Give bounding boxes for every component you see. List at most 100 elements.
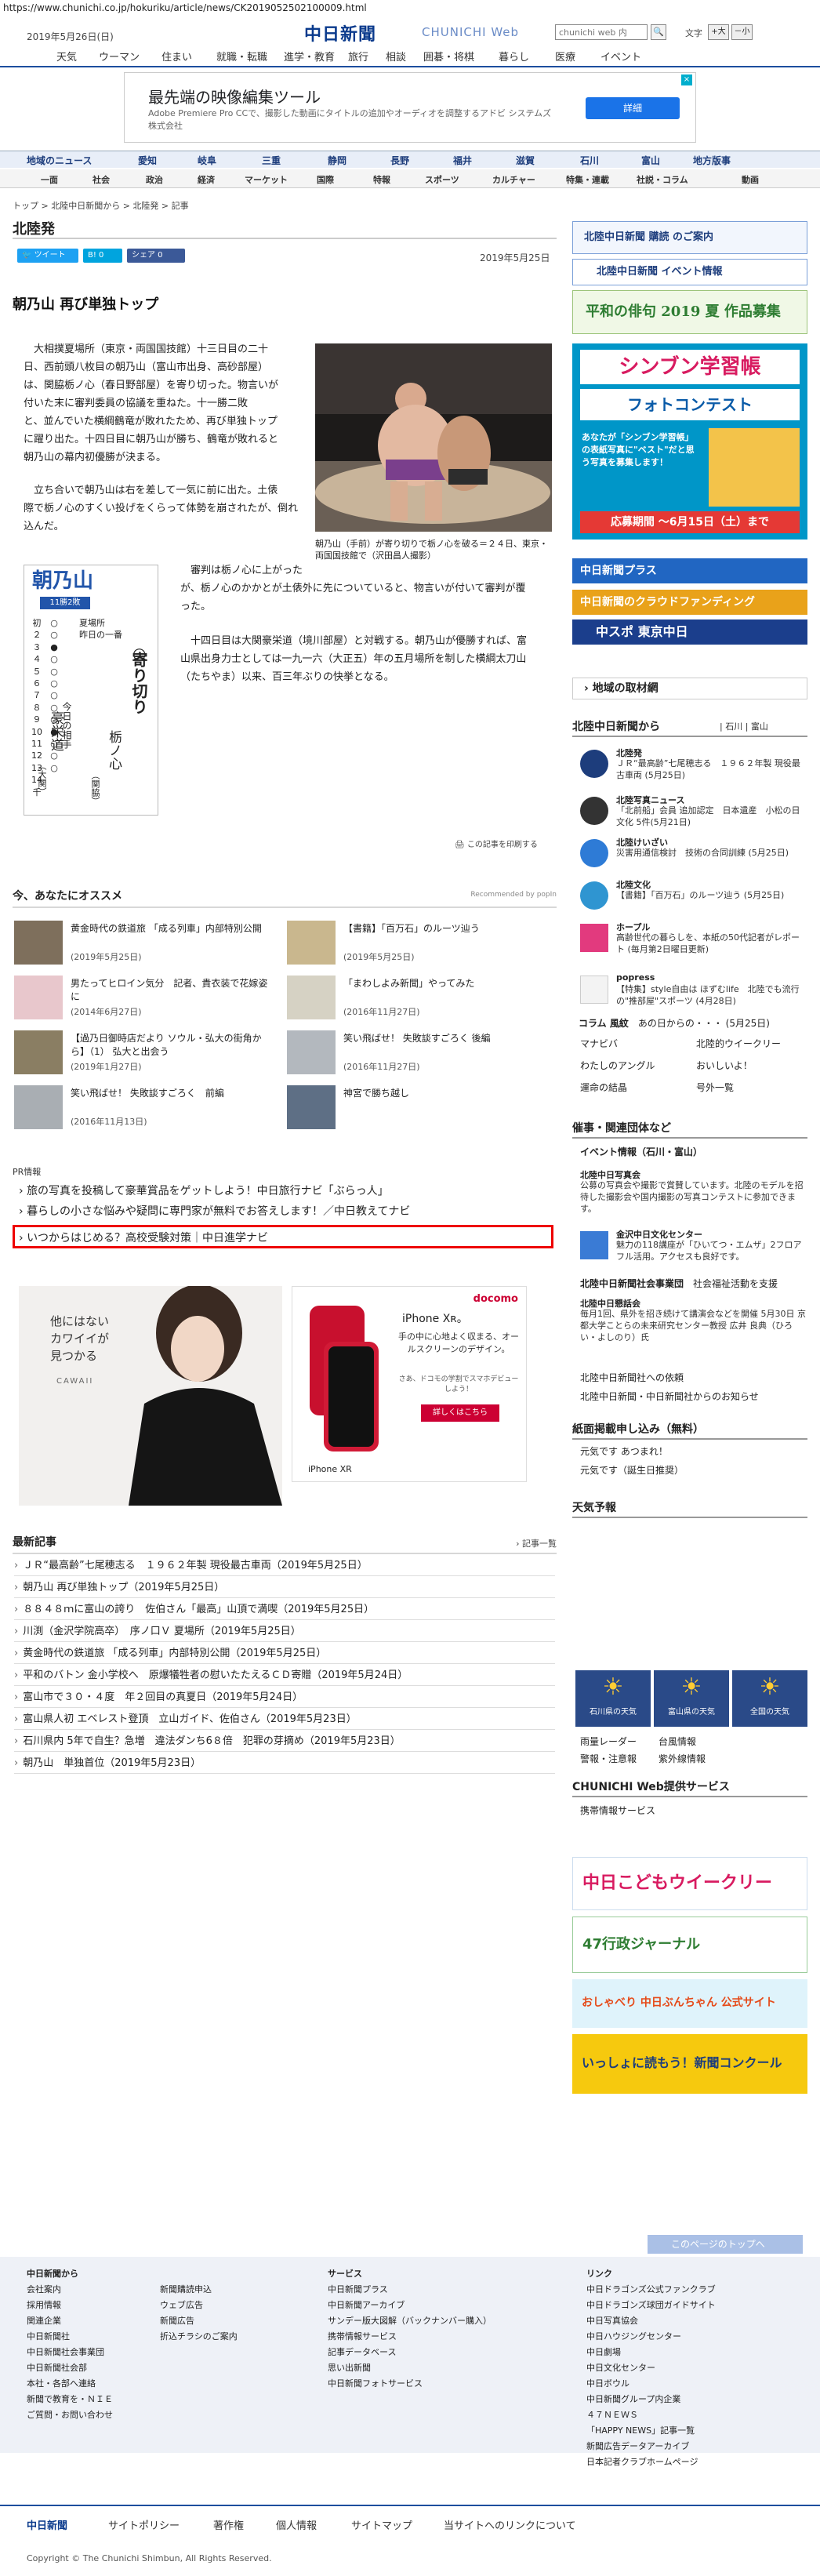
region-nav-item[interactable]: 愛知 <box>138 154 157 167</box>
footer-link[interactable]: 記事データベース <box>328 2345 492 2360</box>
region-nav-item[interactable]: 滋賀 <box>516 154 535 167</box>
footer-link[interactable]: 新聞広告データアーカイブ <box>586 2439 716 2454</box>
footer-link[interactable]: 中日ドラゴンズ公式ファンクラブ <box>586 2282 716 2298</box>
footer-bar-link[interactable]: サイトポリシー <box>108 2517 180 2532</box>
hokuriku-item[interactable]: 北陸文化 【書籍】「百万石」のルーツ辿う (5月25日) <box>580 878 807 917</box>
chuspo-banner[interactable]: 中スポ 東京中日 <box>572 619 807 645</box>
footer-link[interactable]: 中日ボウル <box>586 2376 716 2392</box>
footer-link[interactable]: 中日劇場 <box>586 2345 716 2360</box>
right-link[interactable]: マナビバ <box>580 1037 618 1050</box>
latest-news-item[interactable]: 川渕（金沢学院高卒） 序ノ口Ｖ 夏場所（2019年5月25日） <box>14 1622 555 1642</box>
latest-news-item[interactable]: 黄金時代の鉄道旅 「成る列車」内部特別公開（2019年5月25日） <box>14 1644 555 1664</box>
top-nav-item[interactable]: 相談 <box>386 49 406 64</box>
saiyo-item[interactable]: 金沢中日文化センター 魅力の118講座が「ひいてつ・エムザ」2フロアフル活用。ア… <box>580 1228 807 1267</box>
footer-link[interactable]: 中日文化センター <box>586 2360 716 2376</box>
genre-nav-item[interactable]: 社会 <box>93 173 110 186</box>
weather-link[interactable]: 台風情報 <box>659 1735 696 1748</box>
footer-link[interactable]: 思い出新聞 <box>328 2360 492 2376</box>
pr-link[interactable]: › 暮らしの小さな悩みや疑問に専門家が無料でお答えします！／中日教えてナビ <box>19 1203 410 1219</box>
saiyo-more-link[interactable]: 北陸中日新聞・中日新聞社からのお知らせ <box>580 1390 759 1403</box>
region-nav-item[interactable]: 岐阜 <box>198 154 216 167</box>
saiyo-item[interactable]: 北陸中日新聞社会事業団 社会福祉活動を支援 <box>580 1277 778 1290</box>
top-nav-item[interactable]: 医療 <box>555 49 575 64</box>
saiyo-event-link[interactable]: イベント情報（石川・富山） <box>580 1145 702 1158</box>
weather-national[interactable]: ☀ 全国の天気 <box>732 1670 807 1727</box>
hokuriku-item[interactable]: 北陸発 ＪＲ“最高齢”七尾穂志る １９６２年製 現役最古車両 (5月25日) <box>580 747 807 786</box>
region-nav-item[interactable]: 地方版事 <box>693 154 731 167</box>
footer-bar-link[interactable]: 当サイトへのリンクについて <box>444 2517 576 2532</box>
footer-link[interactable]: 中日写真協会 <box>586 2313 716 2329</box>
tweet-button[interactable]: 🐦 ツイート <box>17 249 78 263</box>
footer-link[interactable]: 中日新聞グループ内企業 <box>586 2392 716 2407</box>
gyosei-journal-banner[interactable]: 47行政ジャーナル <box>572 1917 807 1973</box>
footer-link[interactable]: 中日新聞社会事業団 <box>27 2345 113 2360</box>
site-logo[interactable]: 中日新聞 <box>304 20 376 45</box>
latest-news-item[interactable]: ８８４８ｍに富山の誇り 佐伯さん「最高」山頂で満喫（2019年5月25日） <box>14 1600 555 1620</box>
footer-link[interactable]: ウェブ広告 <box>160 2298 238 2313</box>
keisai-link[interactable]: 元気です（誕生日推奨） <box>580 1463 684 1477</box>
region-nav-item[interactable]: 石川 <box>580 154 599 167</box>
top-nav-item[interactable]: 就職・転職 <box>216 49 267 64</box>
region-nav-item[interactable]: 地域のニュース <box>27 154 92 167</box>
bunchan-banner[interactable]: おしゃべり 中日ぶんちゃん 公式サイト <box>572 1979 807 2028</box>
genre-nav-item[interactable]: 特報 <box>373 173 390 186</box>
footer-logo[interactable]: 中日新聞 <box>27 2517 67 2532</box>
cawaii-ad[interactable]: 他にはない カワイイが 見つかる CAWAII <box>19 1286 282 1506</box>
footer-bar-link[interactable]: 個人情報 <box>276 2517 317 2532</box>
article-photo[interactable] <box>315 343 552 532</box>
weather-link[interactable]: 紫外線情報 <box>659 1752 706 1765</box>
recommend-item[interactable]: 笑い飛ばせ！ 失敗談すごろく 前編 (2016年11月13日) <box>14 1085 281 1129</box>
footer-link[interactable]: 中日新聞社会部 <box>27 2360 113 2376</box>
ad-close-icon[interactable]: × <box>681 74 692 85</box>
saiyo-item[interactable]: 北陸中日写真会 公募の写真会や撮影で賞賛しています。北陸のモデルを招待した撮影会… <box>580 1168 807 1223</box>
hatena-button[interactable]: B! 0 <box>83 249 122 263</box>
footer-link[interactable]: 中日新聞アーカイブ <box>328 2298 492 2313</box>
latest-news-item[interactable]: 富山市で３０・４度 年２回目の真夏日（2019年5月24日） <box>14 1688 555 1708</box>
weather-link[interactable]: 雨量レーダー <box>580 1735 637 1748</box>
footer-link[interactable]: サンデー版大図解（バックナンバー購入） <box>328 2313 492 2329</box>
site-search-input[interactable] <box>555 24 648 40</box>
crowdfunding-banner[interactable]: 中日新聞のクラウドファンディング <box>572 590 807 615</box>
hokuriku-item[interactable]: popress 【特集】style自由は ほずむlife 北陸でも流行の"推部屋… <box>580 972 807 1012</box>
event-info-banner[interactable]: 北陸中日新聞 イベント情報 <box>572 259 807 285</box>
latest-news-item[interactable]: 富山県人初 エベレスト登頂 立山ガイド、佐伯さん（2019年5月23日） <box>14 1709 555 1730</box>
footer-link[interactable]: 中日ハウジングセンター <box>586 2329 716 2345</box>
footer-link[interactable]: 中日新聞プラス <box>328 2282 492 2298</box>
footer-link[interactable]: 会社案内 <box>27 2282 113 2298</box>
footer-link[interactable]: 折込チラシのご案内 <box>160 2329 238 2345</box>
docomo-iphone-ad[interactable]: docomo iPhone Xʀ。 手の中に心地よく収まる、オールスクリーンのデ… <box>292 1286 527 1482</box>
pr-link[interactable]: › 旅の写真を投稿して豪華賞品をゲットしよう！中日旅行ナビ「ぶらっ人」 <box>19 1183 389 1198</box>
latest-news-item[interactable]: 石川県内 5年で自生？急増 違法ダンち6８倍 犯罪の芽摘め（2019年5月23日… <box>14 1731 555 1752</box>
right-link[interactable]: 号外一覧 <box>696 1081 734 1094</box>
footer-link[interactable]: 採用情報 <box>27 2298 113 2313</box>
top-nav-item[interactable]: 囲碁・将棋 <box>423 49 474 64</box>
photo-contest-banner[interactable]: シンブン学習帳 フォトコンテスト あなたが「シンブン学習帳」の表紙写真に"ベスト… <box>572 343 807 540</box>
top-nav-item[interactable]: 暮らし <box>499 49 529 64</box>
hokuriku-tabs[interactable]: | 石川 | 富山 <box>720 720 768 732</box>
recommend-item[interactable]: 神宮で勝ち越し <box>287 1085 553 1129</box>
pr-link[interactable]: › いつからはじめる？高校受験対策｜中日進学ナビ <box>19 1230 268 1245</box>
weather-ishikawa[interactable]: ☀ 石川県の天気 <box>575 1670 651 1727</box>
recommend-item[interactable]: 【書籍】「百万石」のルーツ辿う (2019年5月25日) <box>287 921 553 965</box>
latest-news-item[interactable]: ＪＲ“最高齢”七尾穂志る １９６２年製 現役最古車両（2019年5月25日） <box>14 1556 555 1576</box>
right-link[interactable]: 運命の結晶 <box>580 1081 627 1094</box>
page-top-button[interactable]: このページのトップへ <box>648 2235 803 2254</box>
ad-detail-button[interactable]: 詳細 <box>586 97 680 119</box>
footer-link[interactable]: 新聞購読申込 <box>160 2282 238 2298</box>
genre-nav-item[interactable]: スポーツ <box>425 173 459 186</box>
footer-link[interactable]: ご質問・お問い合わせ <box>27 2407 113 2423</box>
region-nav-item[interactable]: 静岡 <box>328 154 347 167</box>
footer-link[interactable]: 中日新聞社 <box>27 2329 113 2345</box>
saiyo-more-link[interactable]: 北陸中日新聞社への依頼 <box>580 1371 684 1384</box>
top-banner-ad[interactable]: × 最先端の映像編集ツール Adobe Premiere Pro CCで、撮影し… <box>124 72 696 143</box>
genre-nav-item[interactable]: 経済 <box>198 173 215 186</box>
hokuriku-item[interactable]: 北陸けいざい 災害用通信検討 技術の合同訓練 (5月25日) <box>580 836 807 875</box>
top-nav-item[interactable]: 天気 <box>56 49 77 64</box>
right-link[interactable]: おいしいよ！ <box>696 1059 753 1072</box>
genre-nav-item[interactable]: 社説・コラム <box>637 173 688 186</box>
footer-link[interactable]: 本社・各部へ連絡 <box>27 2376 113 2392</box>
footer-link[interactable]: 関連企業 <box>27 2313 113 2329</box>
footer-link[interactable]: 「HAPPY NEWS」記事一覧 <box>586 2423 716 2439</box>
region-nav-item[interactable]: 長野 <box>390 154 409 167</box>
font-large-button[interactable]: +大 <box>708 24 729 40</box>
